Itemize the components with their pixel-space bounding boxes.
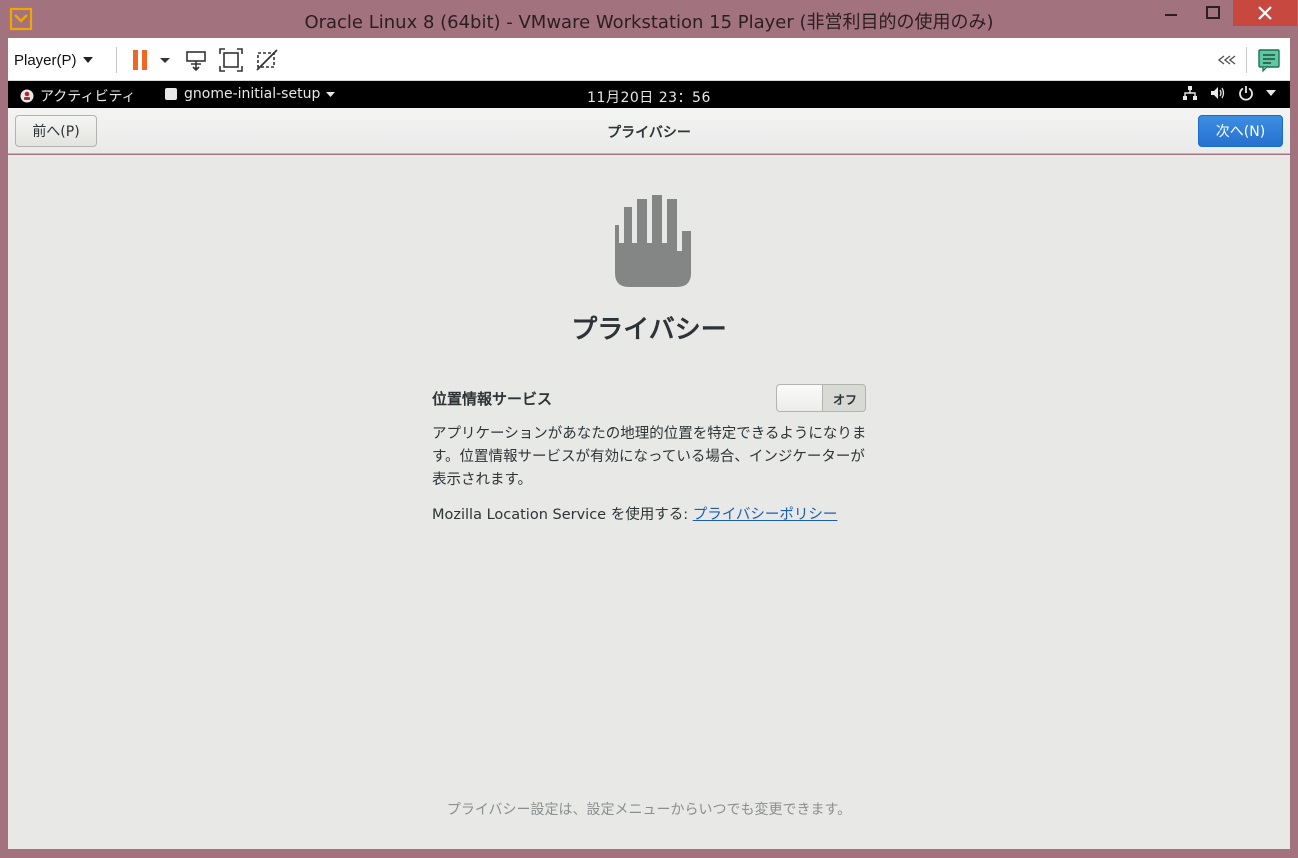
minimize-icon xyxy=(1165,14,1177,16)
power-icon xyxy=(1239,86,1253,101)
header-title: プライバシー xyxy=(607,125,691,141)
clock[interactable]: 11月20日 23：56 xyxy=(8,87,1290,107)
host-title-bar: Oracle Linux 8 (64bit) - VMware Workstat… xyxy=(0,0,1298,38)
fullscreen-icon[interactable] xyxy=(218,47,244,73)
minimize-button[interactable] xyxy=(1150,0,1192,26)
chevron-down-icon xyxy=(82,57,93,63)
next-button[interactable]: 次へ(N) xyxy=(1198,115,1283,147)
mls-prefix-text: Mozilla Location Service を使用する: xyxy=(432,507,693,523)
close-button[interactable] xyxy=(1233,0,1297,26)
privacy-footer-note: プライバシー設定は、設定メニューからいつでも変更できます。 xyxy=(446,802,852,818)
collapse-toolbar-icon[interactable] xyxy=(1212,47,1238,73)
network-wired-icon xyxy=(1183,86,1197,100)
mozilla-location-service-line: Mozilla Location Service を使用する: プライバシーポリ… xyxy=(432,503,837,524)
privacy-policy-link[interactable]: プライバシーポリシー xyxy=(693,507,838,523)
vmware-toolbar: Player(P) xyxy=(8,38,1290,81)
player-menu[interactable]: Player(P) xyxy=(14,49,93,71)
privacy-page: プライバシー 位置情報サービス オフ アプリケーションがあなたの地理的位置を特定… xyxy=(8,155,1290,849)
maximize-icon xyxy=(1206,6,1220,19)
window-title: Oracle Linux 8 (64bit) - VMware Workstat… xyxy=(304,12,994,33)
chevron-down-icon xyxy=(1266,90,1276,96)
toolbar-separator xyxy=(116,47,117,73)
switch-state-label: オフ xyxy=(832,393,857,407)
power-options-chevron-icon[interactable] xyxy=(158,47,172,73)
page-title: プライバシー xyxy=(571,315,727,345)
pause-icon[interactable] xyxy=(128,47,154,73)
close-icon xyxy=(1258,6,1272,20)
gnome-top-bar: アクティビティ gnome-initial-setup 11月20日 23：56 xyxy=(8,81,1290,108)
location-services-switch[interactable]: オフ xyxy=(776,384,866,412)
system-tray[interactable] xyxy=(1182,85,1276,101)
send-ctrl-alt-del-icon[interactable] xyxy=(183,47,209,73)
location-services-description: アプリケーションがあなたの地理的位置を特定できるようになります。位置情報サービス… xyxy=(432,426,867,488)
switch-knob xyxy=(777,385,823,411)
maximize-button[interactable] xyxy=(1193,0,1233,26)
volume-icon xyxy=(1211,87,1225,99)
player-menu-label: Player(P) xyxy=(14,51,77,69)
setup-header-bar: 前へ(P) プライバシー 次へ(N) xyxy=(8,108,1290,154)
unity-mode-icon[interactable] xyxy=(254,47,280,73)
toolbar-separator xyxy=(1246,47,1247,73)
message-log-icon[interactable] xyxy=(1256,47,1282,73)
privacy-hand-icon xyxy=(615,195,691,287)
location-services-label: 位置情報サービス xyxy=(432,390,553,408)
